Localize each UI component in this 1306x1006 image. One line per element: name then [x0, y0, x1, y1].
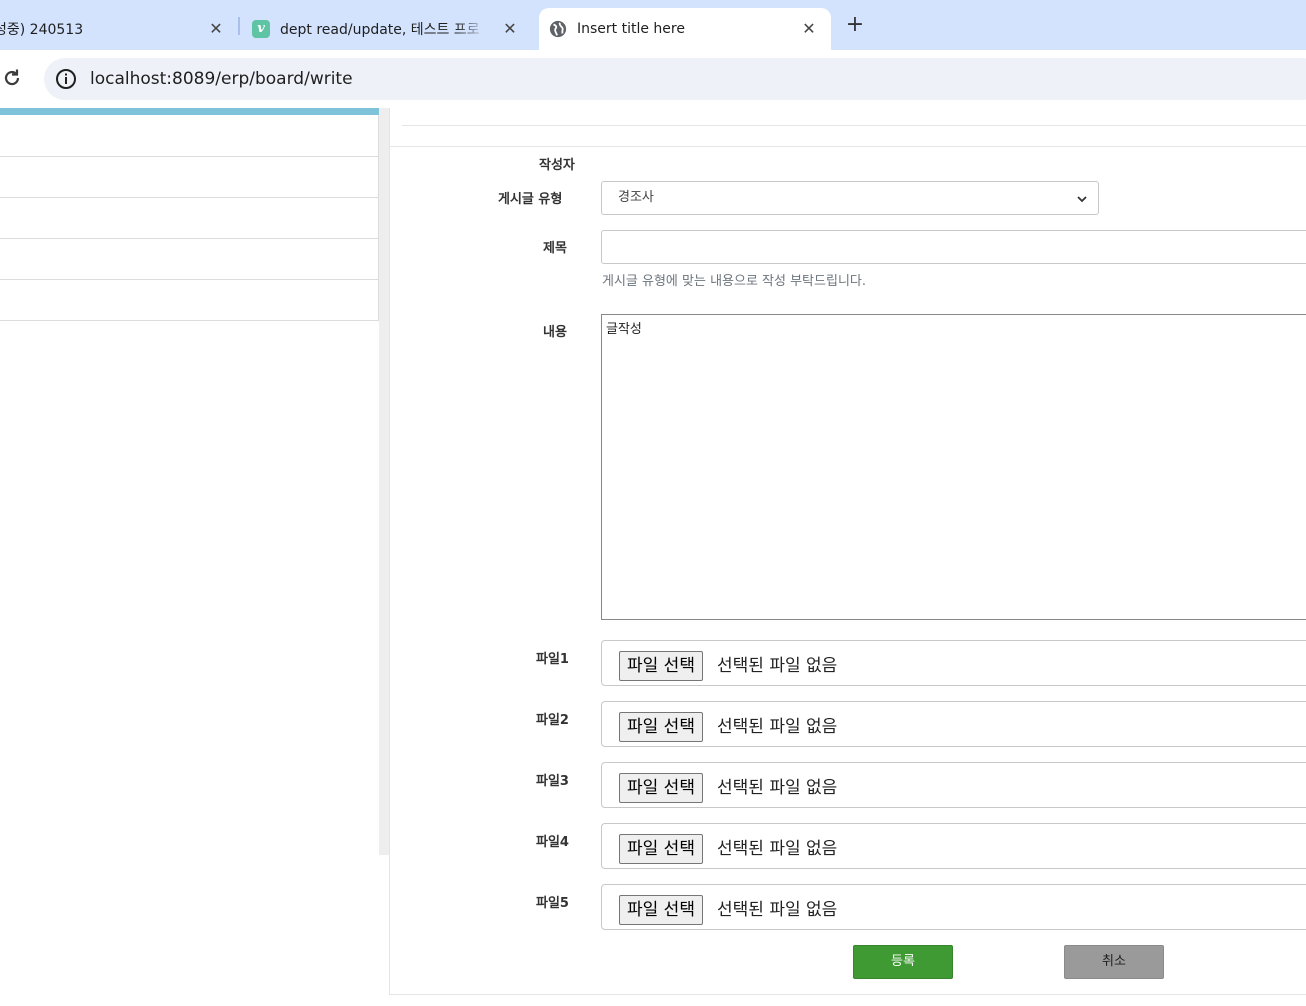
tab-2[interactable]: v dept read/update, 테스트 프로 ✕	[244, 8, 532, 50]
file-1-input: 파일 선택 선택된 파일 없음	[601, 640, 1306, 686]
close-icon[interactable]: ✕	[498, 17, 522, 41]
divider	[402, 125, 1306, 126]
file-3-choose-button[interactable]: 파일 선택	[619, 773, 703, 803]
close-icon[interactable]: ✕	[797, 17, 821, 41]
file-5-status: 선택된 파일 없음	[717, 900, 838, 920]
file-1-label: 파일1	[536, 652, 569, 667]
page-gutter	[379, 108, 389, 855]
post-type-label: 게시글 유형	[498, 192, 563, 207]
tab-title: 성중) 240513	[0, 22, 84, 38]
sidebar-row-divider	[0, 197, 378, 198]
author-label: 작성자	[539, 158, 575, 173]
sidebar-accent-bar	[0, 108, 379, 115]
file-1-choose-button[interactable]: 파일 선택	[619, 651, 703, 681]
sidebar-row-divider	[0, 156, 378, 157]
title-input[interactable]	[601, 230, 1306, 264]
address-bar[interactable]: localhost:8089/erp/board/write	[44, 58, 1306, 100]
file-1-status: 선택된 파일 없음	[717, 656, 838, 676]
tab-3-active[interactable]: Insert title here ✕	[539, 8, 831, 50]
tab-title: dept read/update, 테스트 프로	[280, 22, 480, 38]
sidebar-row-divider	[0, 279, 378, 280]
browser-toolbar: localhost:8089/erp/board/write	[0, 50, 1306, 108]
post-type-select[interactable]: 경조사	[601, 181, 1099, 215]
file-4-label: 파일4	[536, 835, 569, 850]
tab-strip: 성중) 240513 ✕ v dept read/update, 테스트 프로 …	[0, 0, 1306, 50]
title-help-text: 게시글 유형에 맞는 내용으로 작성 부탁드립니다.	[602, 274, 866, 289]
sidebar-row-divider	[0, 238, 378, 239]
file-4-input: 파일 선택 선택된 파일 없음	[601, 823, 1306, 869]
content-textarea[interactable]: 글작성	[601, 314, 1306, 620]
file-2-choose-button[interactable]: 파일 선택	[619, 712, 703, 742]
tab-separator	[238, 17, 240, 35]
file-4-choose-button[interactable]: 파일 선택	[619, 834, 703, 864]
tab-1[interactable]: 성중) 240513 ✕	[0, 8, 238, 50]
title-label: 제목	[543, 241, 567, 256]
file-5-label: 파일5	[536, 896, 569, 911]
file-3-status: 선택된 파일 없음	[717, 778, 838, 798]
sidebar-panel	[0, 108, 379, 321]
cancel-button[interactable]: 취소	[1064, 945, 1164, 979]
file-3-input: 파일 선택 선택된 파일 없음	[601, 762, 1306, 808]
file-3-label: 파일3	[536, 774, 569, 789]
tab-title: Insert title here	[577, 21, 685, 37]
reload-icon[interactable]	[0, 66, 24, 90]
file-2-status: 선택된 파일 없음	[717, 717, 838, 737]
file-5-choose-button[interactable]: 파일 선택	[619, 895, 703, 925]
v-favicon-icon: v	[252, 20, 270, 38]
submit-button[interactable]: 등록	[853, 945, 953, 979]
divider	[390, 146, 1306, 147]
content-text: 글작성	[606, 322, 642, 337]
file-2-input: 파일 선택 선택된 파일 없음	[601, 701, 1306, 747]
close-icon[interactable]: ✕	[204, 17, 228, 41]
url-text: localhost:8089/erp/board/write	[90, 69, 353, 89]
file-5-input: 파일 선택 선택된 파일 없음	[601, 884, 1306, 930]
new-tab-button[interactable]: +	[842, 13, 868, 39]
file-2-label: 파일2	[536, 713, 569, 728]
file-4-status: 선택된 파일 없음	[717, 839, 838, 859]
chevron-down-icon	[1077, 196, 1087, 203]
info-icon[interactable]	[54, 67, 78, 91]
post-type-value: 경조사	[618, 190, 654, 205]
content-label: 내용	[543, 325, 567, 340]
globe-icon	[549, 20, 567, 38]
